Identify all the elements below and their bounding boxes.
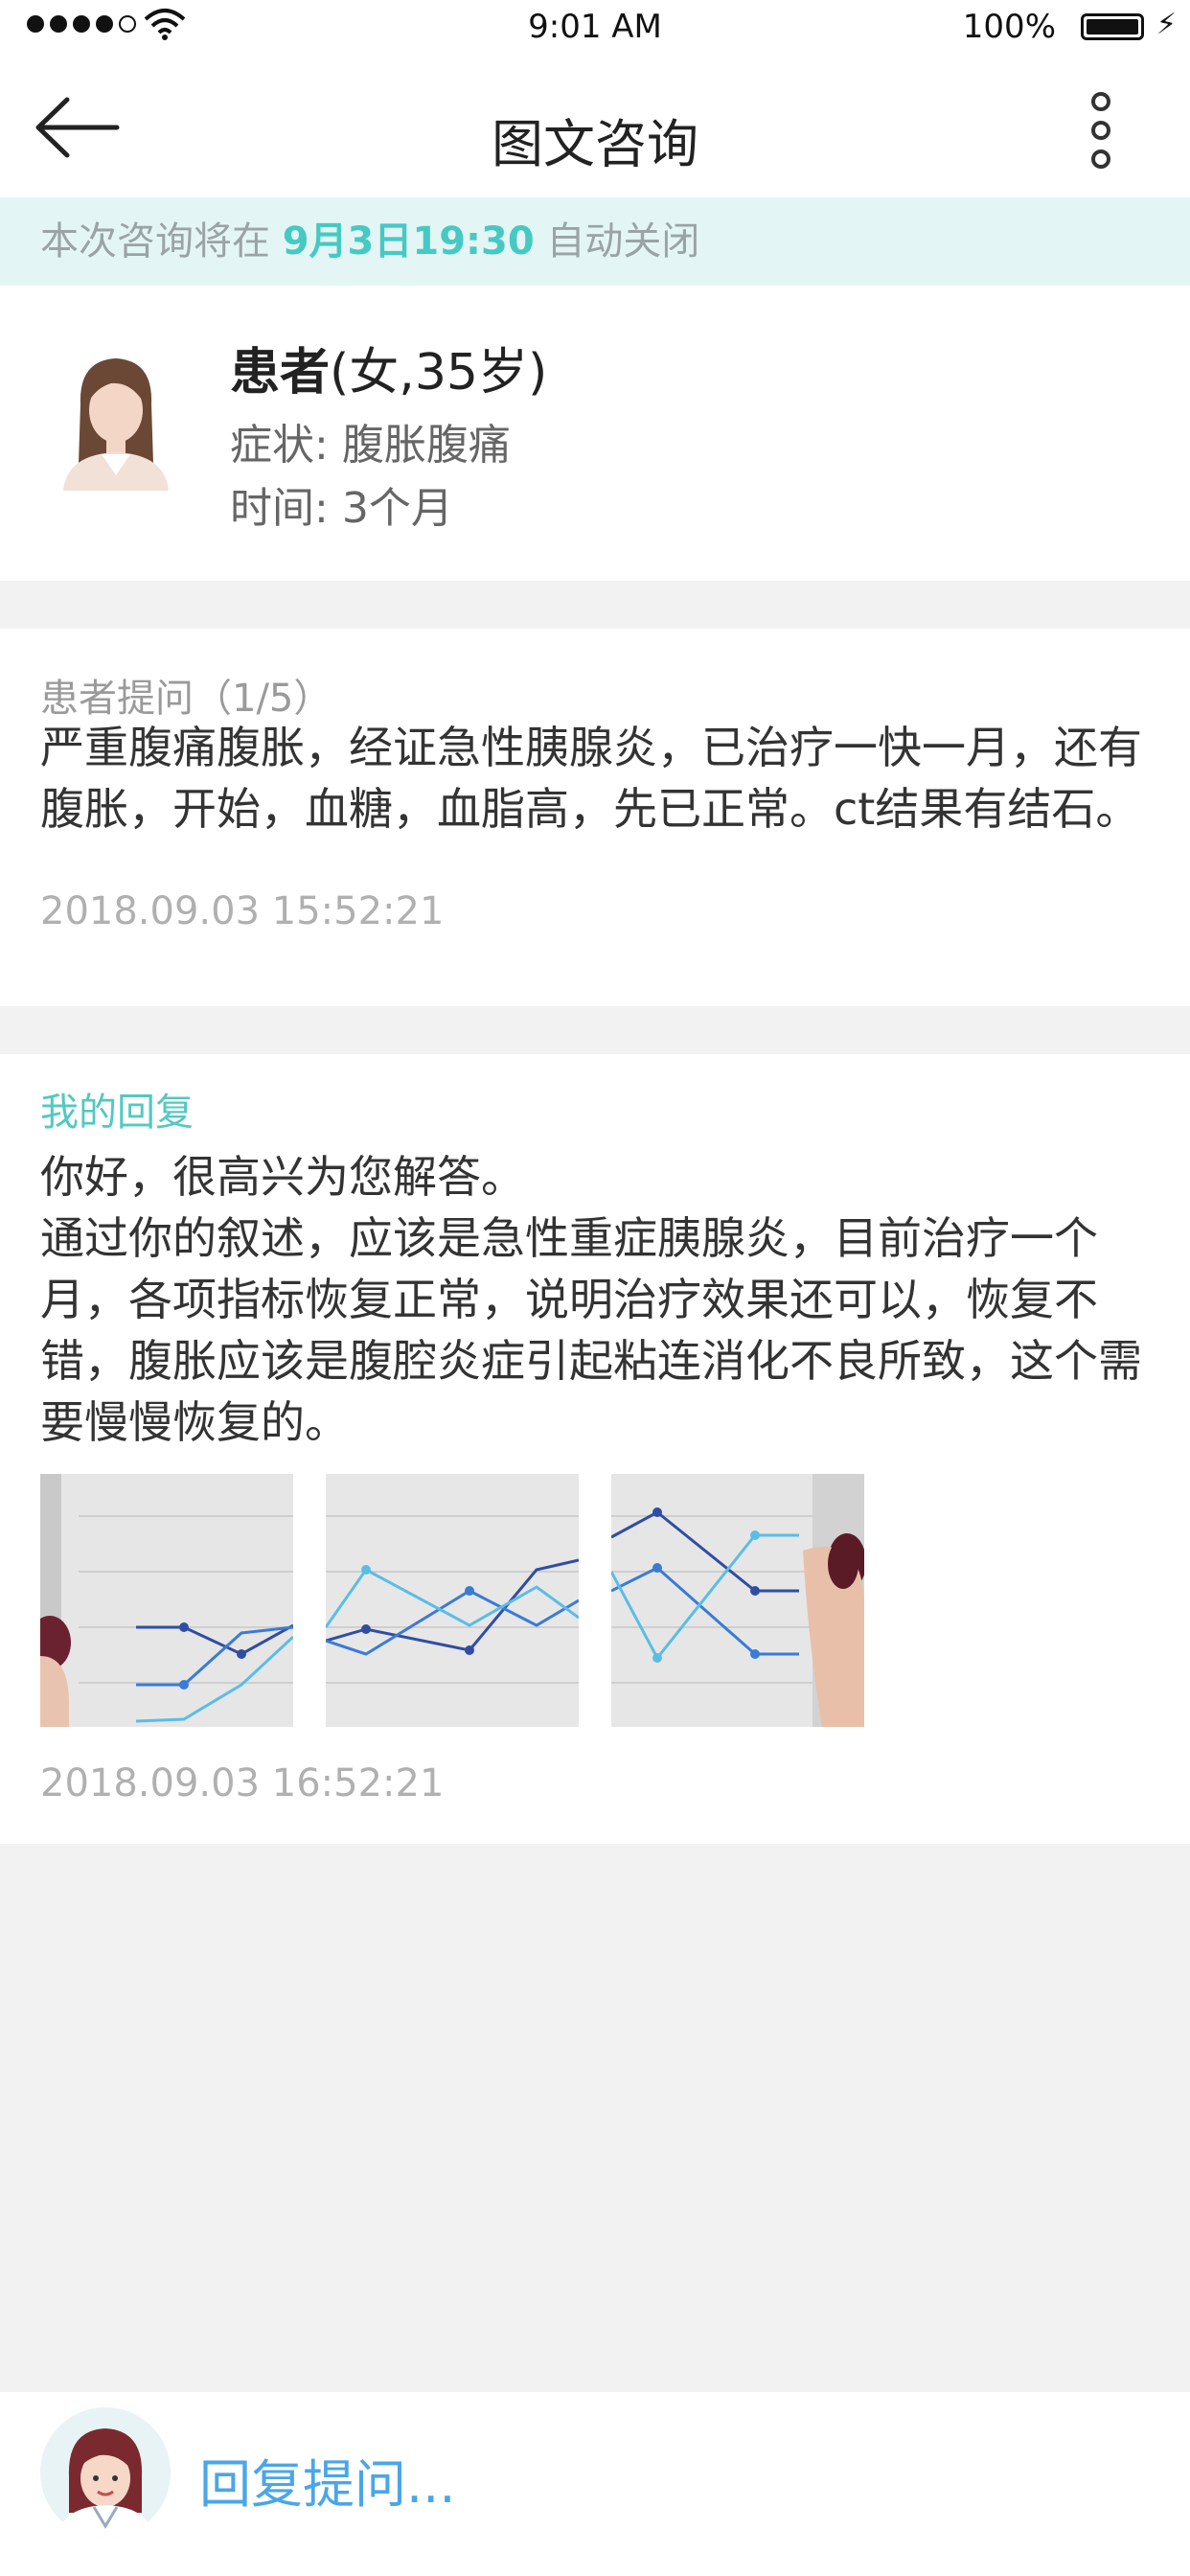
- duration-label: 时间:: [230, 484, 329, 533]
- reply-label: 我的回复: [40, 1091, 194, 1135]
- question-time: 2018.09.03 15:52:21: [40, 889, 445, 933]
- auto-close-notice: 本次咨询将在 9月3日19:30 自动关闭: [0, 197, 1190, 286]
- patient-avatar: [63, 358, 169, 491]
- doctor-avatar: [40, 2407, 171, 2538]
- symptom-value: 腹胀腹痛: [341, 421, 511, 470]
- my-reply-card: 我的回复 你好，很高兴为您解答。 通过你的叙述，应该是急性重症胰腺炎，目前治疗一…: [0, 1054, 1190, 1844]
- symptom-row: 症状: 腹胀腹痛: [230, 410, 511, 472]
- battery-icon: [1081, 13, 1144, 40]
- reply-input-placeholder[interactable]: 回复提问...: [199, 2442, 456, 2518]
- notice-prefix: 本次咨询将在: [40, 219, 270, 264]
- more-options-icon[interactable]: [1087, 90, 1115, 171]
- duration-row: 时间: 3个月: [230, 473, 453, 535]
- reply-time: 2018.09.03 16:52:21: [40, 1761, 445, 1806]
- patient-meta: (女,35岁): [330, 344, 548, 402]
- navigation-bar: 图文咨询: [0, 56, 1190, 197]
- reply-input-bar[interactable]: 回复提问...: [0, 2392, 1190, 2576]
- patient-question-card: 患者提问（1/5） 严重腹痛腹胀，经证急性胰腺炎，已治疗一快一月，还有腹胀，开始…: [0, 629, 1190, 1006]
- reply-content: 通过你的叙述，应该是急性重症胰腺炎，目前治疗一个月，各项指标恢复正常，说明治疗效…: [40, 1212, 1142, 1448]
- notice-suffix: 自动关闭: [546, 219, 700, 264]
- reply-image-thumbnail[interactable]: [326, 1474, 579, 1727]
- patient-title: 患者(女,35岁): [230, 332, 547, 403]
- question-text: 严重腹痛腹胀，经证急性胰腺炎，已治疗一快一月，还有腹胀，开始，血糖，血脂高，先已…: [40, 722, 1142, 835]
- status-bar: 9:01 AM 100% ⚡: [0, 0, 1190, 56]
- reply-image-list: [40, 1474, 864, 1727]
- battery-percentage: 100%: [962, 8, 1056, 46]
- duration-value: 3个月: [341, 484, 453, 533]
- symptom-label: 症状:: [230, 421, 329, 470]
- charging-icon: ⚡: [1156, 8, 1177, 41]
- patient-label: 患者: [230, 344, 331, 402]
- page-title: 图文咨询: [492, 114, 698, 174]
- reply-image-thumbnail[interactable]: [611, 1474, 864, 1727]
- reply-greeting: 你好，很高兴为您解答。: [40, 1151, 525, 1203]
- reply-image-thumbnail[interactable]: [40, 1474, 293, 1727]
- patient-info-card: 患者(女,35岁) 症状: 腹胀腹痛 时间: 3个月: [0, 286, 1190, 581]
- question-label: 患者提问（1/5）: [40, 677, 332, 721]
- reply-text: 你好，很高兴为您解答。 通过你的叙述，应该是急性重症胰腺炎，目前治疗一个月，各项…: [40, 1146, 1150, 1453]
- notice-deadline: 9月3日19:30: [282, 219, 535, 264]
